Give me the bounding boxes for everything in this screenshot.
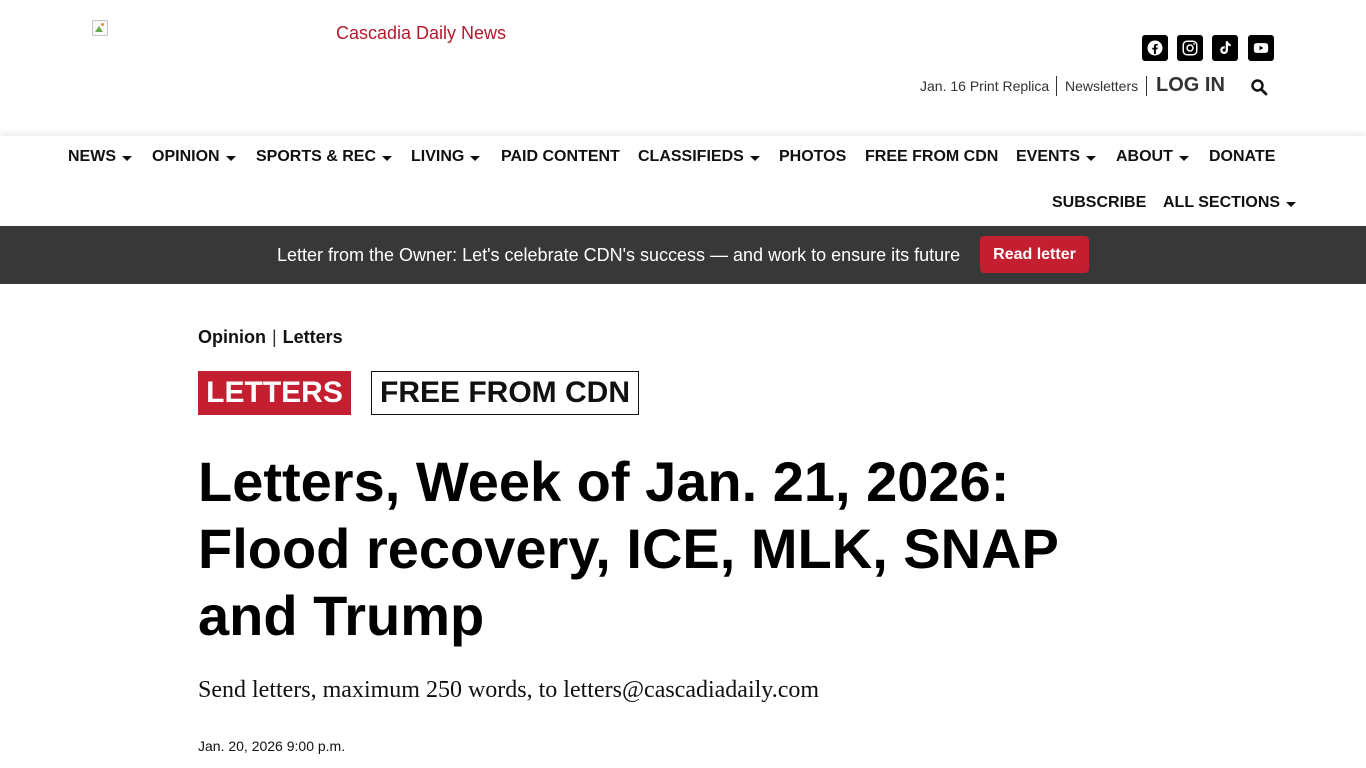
nav-item-about[interactable]: ABOUT xyxy=(1116,148,1189,166)
nav-label: SPORTS & REC xyxy=(256,148,377,165)
caret-down-icon xyxy=(1286,201,1297,207)
nav-item-opinion[interactable]: OPINION xyxy=(152,148,236,166)
tiktok-icon[interactable] xyxy=(1212,35,1238,61)
nav-item-news[interactable]: NEWS xyxy=(68,148,132,166)
nav-label: CLASSIFIEDS xyxy=(638,148,744,165)
nav-label: ALL SECTIONS xyxy=(1163,194,1281,211)
site-logo-link[interactable]: Cascadia Daily News xyxy=(336,23,506,44)
caret-down-icon xyxy=(749,155,760,161)
banner-text: Letter from the Owner: Let's celebrate C… xyxy=(277,245,961,265)
instagram-icon[interactable] xyxy=(1177,35,1203,61)
nav-label: SUBSCRIBE xyxy=(1052,194,1147,211)
breadcrumb: Opinion | Letters xyxy=(198,327,343,348)
nav-item-free-from-cdn[interactable]: FREE FROM CDN xyxy=(865,148,998,166)
nav-item-photos[interactable]: PHOTOS xyxy=(779,148,846,166)
breadcrumb-separator: | xyxy=(271,327,277,347)
caret-down-icon xyxy=(225,155,236,161)
nav-label: PHOTOS xyxy=(779,148,847,165)
nav-item-all-sections[interactable]: ALL SECTIONS xyxy=(1163,194,1297,212)
nav-label: NEWS xyxy=(68,148,116,165)
nav-label: PAID CONTENT xyxy=(501,148,620,165)
search-icon[interactable] xyxy=(1250,78,1268,96)
nav-item-subscribe[interactable]: SUBSCRIBE xyxy=(1052,194,1146,212)
read-letter-button[interactable]: Read letter xyxy=(980,236,1089,273)
nav-label: LIVING xyxy=(411,148,465,165)
nav-item-classifieds[interactable]: CLASSIFIEDS xyxy=(638,148,760,166)
nav-label: ABOUT xyxy=(1116,148,1173,165)
caret-down-icon xyxy=(382,155,393,161)
print-replica-link[interactable]: Jan. 16 Print Replica xyxy=(920,78,1049,94)
tag-letters[interactable]: LETTERS xyxy=(198,371,351,415)
nav-item-events[interactable]: EVENTS xyxy=(1016,148,1097,166)
newsletters-link[interactable]: Newsletters xyxy=(1065,78,1138,94)
article-dek: Send letters, maximum 250 words, to lett… xyxy=(198,677,820,703)
tag-free-from-cdn[interactable]: FREE FROM CDN xyxy=(371,371,639,415)
main-nav: NEWS OPINION SPORTS & REC LIVING PAID CO… xyxy=(0,136,1366,226)
nav-label: OPINION xyxy=(152,148,220,165)
nav-item-living[interactable]: LIVING xyxy=(411,148,481,166)
youtube-icon[interactable] xyxy=(1248,35,1274,61)
nav-label: EVENTS xyxy=(1016,148,1081,165)
nav-label: FREE FROM CDN xyxy=(865,148,999,165)
divider xyxy=(1146,76,1147,96)
caret-down-icon xyxy=(470,155,481,161)
utility-bar: Jan. 16 Print Replica Newsletters LOG IN xyxy=(0,74,1366,98)
facebook-icon[interactable] xyxy=(1142,35,1168,61)
breadcrumb-letters[interactable]: Letters xyxy=(283,327,343,347)
article-headline: Letters, Week of Jan. 21, 2026: Flood re… xyxy=(198,450,1058,647)
announcement-banner: Letter from the Owner: Let's celebrate C… xyxy=(0,226,1366,284)
login-button[interactable]: LOG IN xyxy=(1156,74,1225,97)
nav-item-sports-rec[interactable]: SPORTS & REC xyxy=(256,148,393,166)
caret-down-icon xyxy=(1178,155,1189,161)
nav-item-donate[interactable]: DONATE xyxy=(1209,148,1275,166)
breadcrumb-opinion[interactable]: Opinion xyxy=(198,327,266,347)
caret-down-icon xyxy=(1086,155,1097,161)
nav-item-paid-content[interactable]: PAID CONTENT xyxy=(501,148,620,166)
site-header: Cascadia Daily News Jan. 16 Print Replic… xyxy=(0,0,1366,136)
broken-image-icon[interactable] xyxy=(92,20,110,38)
article-dateline: Jan. 20, 2026 9:00 p.m. xyxy=(198,738,346,754)
divider xyxy=(1056,76,1057,96)
caret-down-icon xyxy=(122,155,132,161)
nav-label: DONATE xyxy=(1209,148,1276,165)
